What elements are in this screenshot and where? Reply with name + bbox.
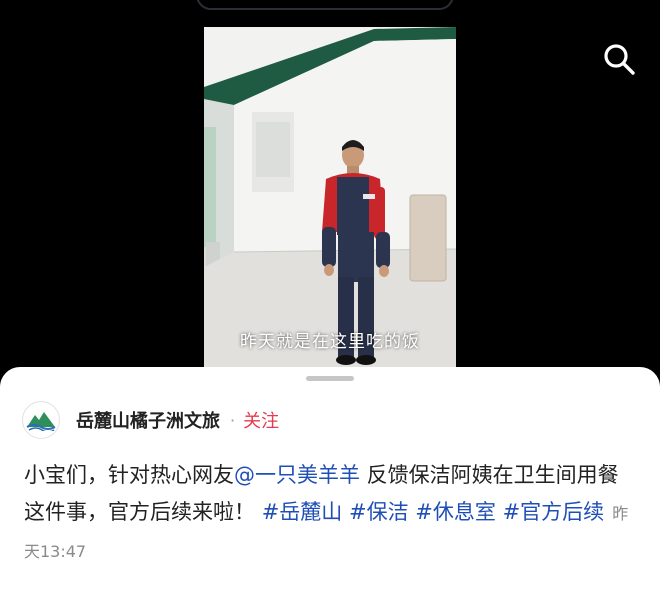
author-row: 岳麓山橘子洲文旅 · 关注 bbox=[22, 400, 279, 440]
hashtag-link[interactable]: #岳麓山 bbox=[262, 500, 343, 524]
video-player[interactable]: 昨天就是在这里吃的饭 bbox=[204, 27, 456, 367]
post-text: 小宝们，针对热心网友@一只美羊羊 反馈保洁阿姨在卫生间用餐这件事，官方后续来啦！… bbox=[24, 457, 636, 570]
hashtag-link[interactable]: #休息室 bbox=[415, 500, 496, 524]
author-separator-dot: · bbox=[230, 410, 236, 430]
user-mention-link[interactable]: @一只美羊羊 bbox=[234, 463, 360, 487]
author-name[interactable]: 岳麓山橘子洲文旅 bbox=[76, 407, 220, 433]
post-text-intro: 小宝们，针对热心网友 bbox=[24, 463, 234, 487]
search-icon bbox=[604, 44, 635, 75]
search-button[interactable] bbox=[598, 38, 640, 80]
sheet-grabber-handle[interactable] bbox=[306, 376, 354, 381]
post-detail-sheet: 岳麓山橘子洲文旅 · 关注 小宝们，针对热心网友@一只美羊羊 反馈保洁阿姨在卫生… bbox=[0, 367, 660, 600]
follow-button[interactable]: 关注 bbox=[243, 407, 279, 433]
hashtag-link[interactable]: #官方后续 bbox=[503, 500, 605, 524]
author-avatar[interactable] bbox=[22, 401, 60, 439]
mountain-logo-icon bbox=[26, 412, 56, 431]
hashtag-link[interactable]: #保洁 bbox=[349, 500, 409, 524]
video-frame-image bbox=[204, 27, 456, 367]
top-tab-pill[interactable] bbox=[196, 0, 454, 10]
video-caption: 昨天就是在这里吃的饭 bbox=[240, 332, 420, 352]
video-viewer-screen: 昨天就是在这里吃的饭 岳麓山橘子洲文旅 · 关注 小宝们，针对热心网友@一只美羊… bbox=[0, 0, 660, 600]
